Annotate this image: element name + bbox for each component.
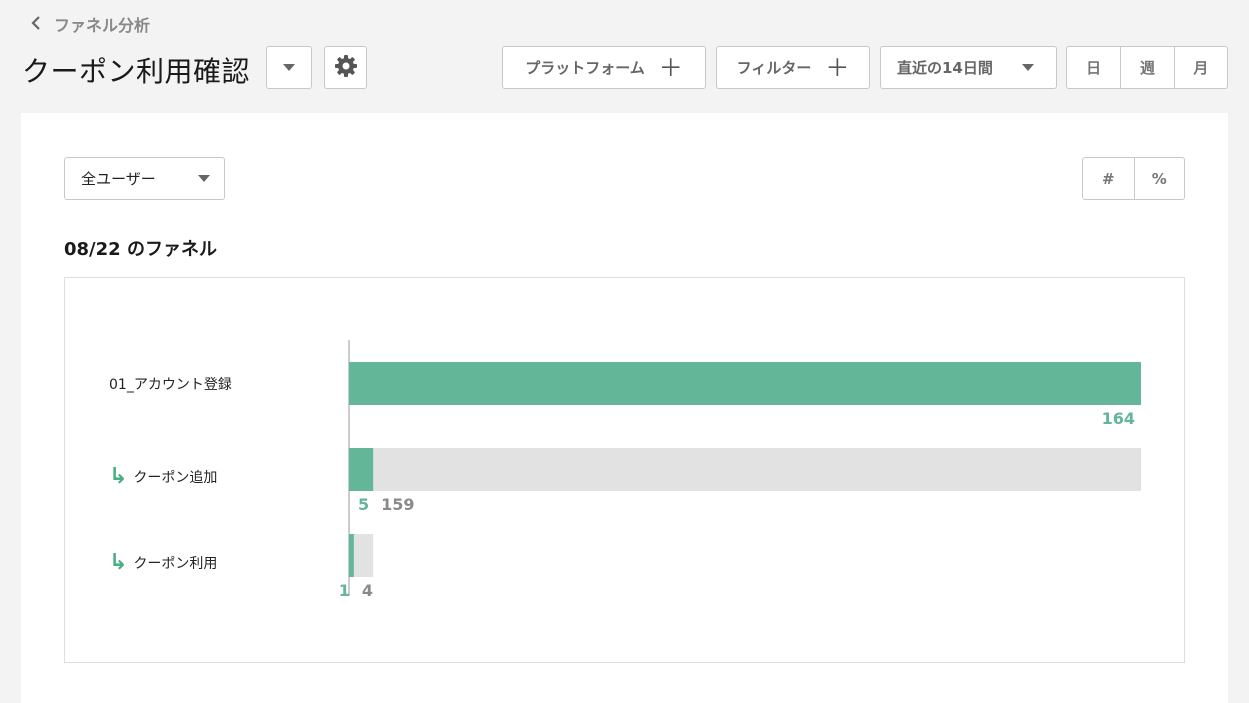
settings-button[interactable] [324, 46, 367, 89]
funnel-subtitle: 08/22 のファネル [64, 239, 217, 260]
caret-down-icon [1022, 64, 1034, 71]
gear-icon [334, 54, 358, 82]
converted-bar [349, 362, 1141, 405]
converted-bar [349, 534, 354, 577]
converted-value-label: 1 [339, 581, 350, 600]
display-mode-percent[interactable]: % [1133, 158, 1185, 199]
converted-bar [349, 448, 374, 491]
dropped-bar [349, 448, 1141, 491]
title-dropdown-button[interactable] [266, 46, 312, 89]
granularity-month[interactable]: 月 [1173, 47, 1227, 88]
filter-label: フィルター [736, 59, 812, 77]
filter-add-button[interactable]: フィルター ＋ [716, 46, 870, 89]
dropped-value-label: 159 [381, 495, 414, 514]
granularity-week[interactable]: 週 [1120, 47, 1173, 88]
caret-down-icon [283, 64, 295, 71]
plus-icon: ＋ [658, 53, 683, 82]
user-segment-label: 全ユーザー [81, 170, 156, 188]
back-link-label: ファネル分析 [54, 16, 151, 35]
date-range-select[interactable]: 直近の14日間 [880, 46, 1057, 89]
page-title: クーポン利用確認 [22, 55, 251, 88]
display-mode-toggle: # % [1082, 157, 1185, 200]
plus-icon: ＋ [825, 53, 850, 82]
date-range-label: 直近の14日間 [897, 59, 993, 77]
funnel-chart: 01_アカウント登録 ↳ クーポン追加 ↳ クーポン利用 164 5 159 1 4 [64, 277, 1185, 663]
converted-value-label: 164 [1102, 409, 1135, 428]
back-link[interactable]: ファネル分析 [30, 12, 150, 36]
dropped-value-label: 4 [362, 581, 373, 600]
funnel-panel: 全ユーザー # % 08/22 のファネル 01_アカウント登録 ↳ クーポン追… [21, 113, 1228, 703]
user-segment-select[interactable]: 全ユーザー [64, 157, 225, 200]
converted-value-label: 5 [358, 495, 369, 514]
funnel-bars: 164 5 159 1 4 [339, 340, 1141, 600]
caret-down-icon [198, 175, 210, 182]
granularity-toggle: 日 週 月 [1066, 46, 1228, 89]
granularity-day[interactable]: 日 [1067, 47, 1120, 88]
platform-label: プラットフォーム [525, 59, 645, 77]
display-mode-count[interactable]: # [1083, 158, 1134, 199]
chevron-left-icon [30, 14, 44, 35]
platform-add-button[interactable]: プラットフォーム ＋ [502, 46, 706, 89]
